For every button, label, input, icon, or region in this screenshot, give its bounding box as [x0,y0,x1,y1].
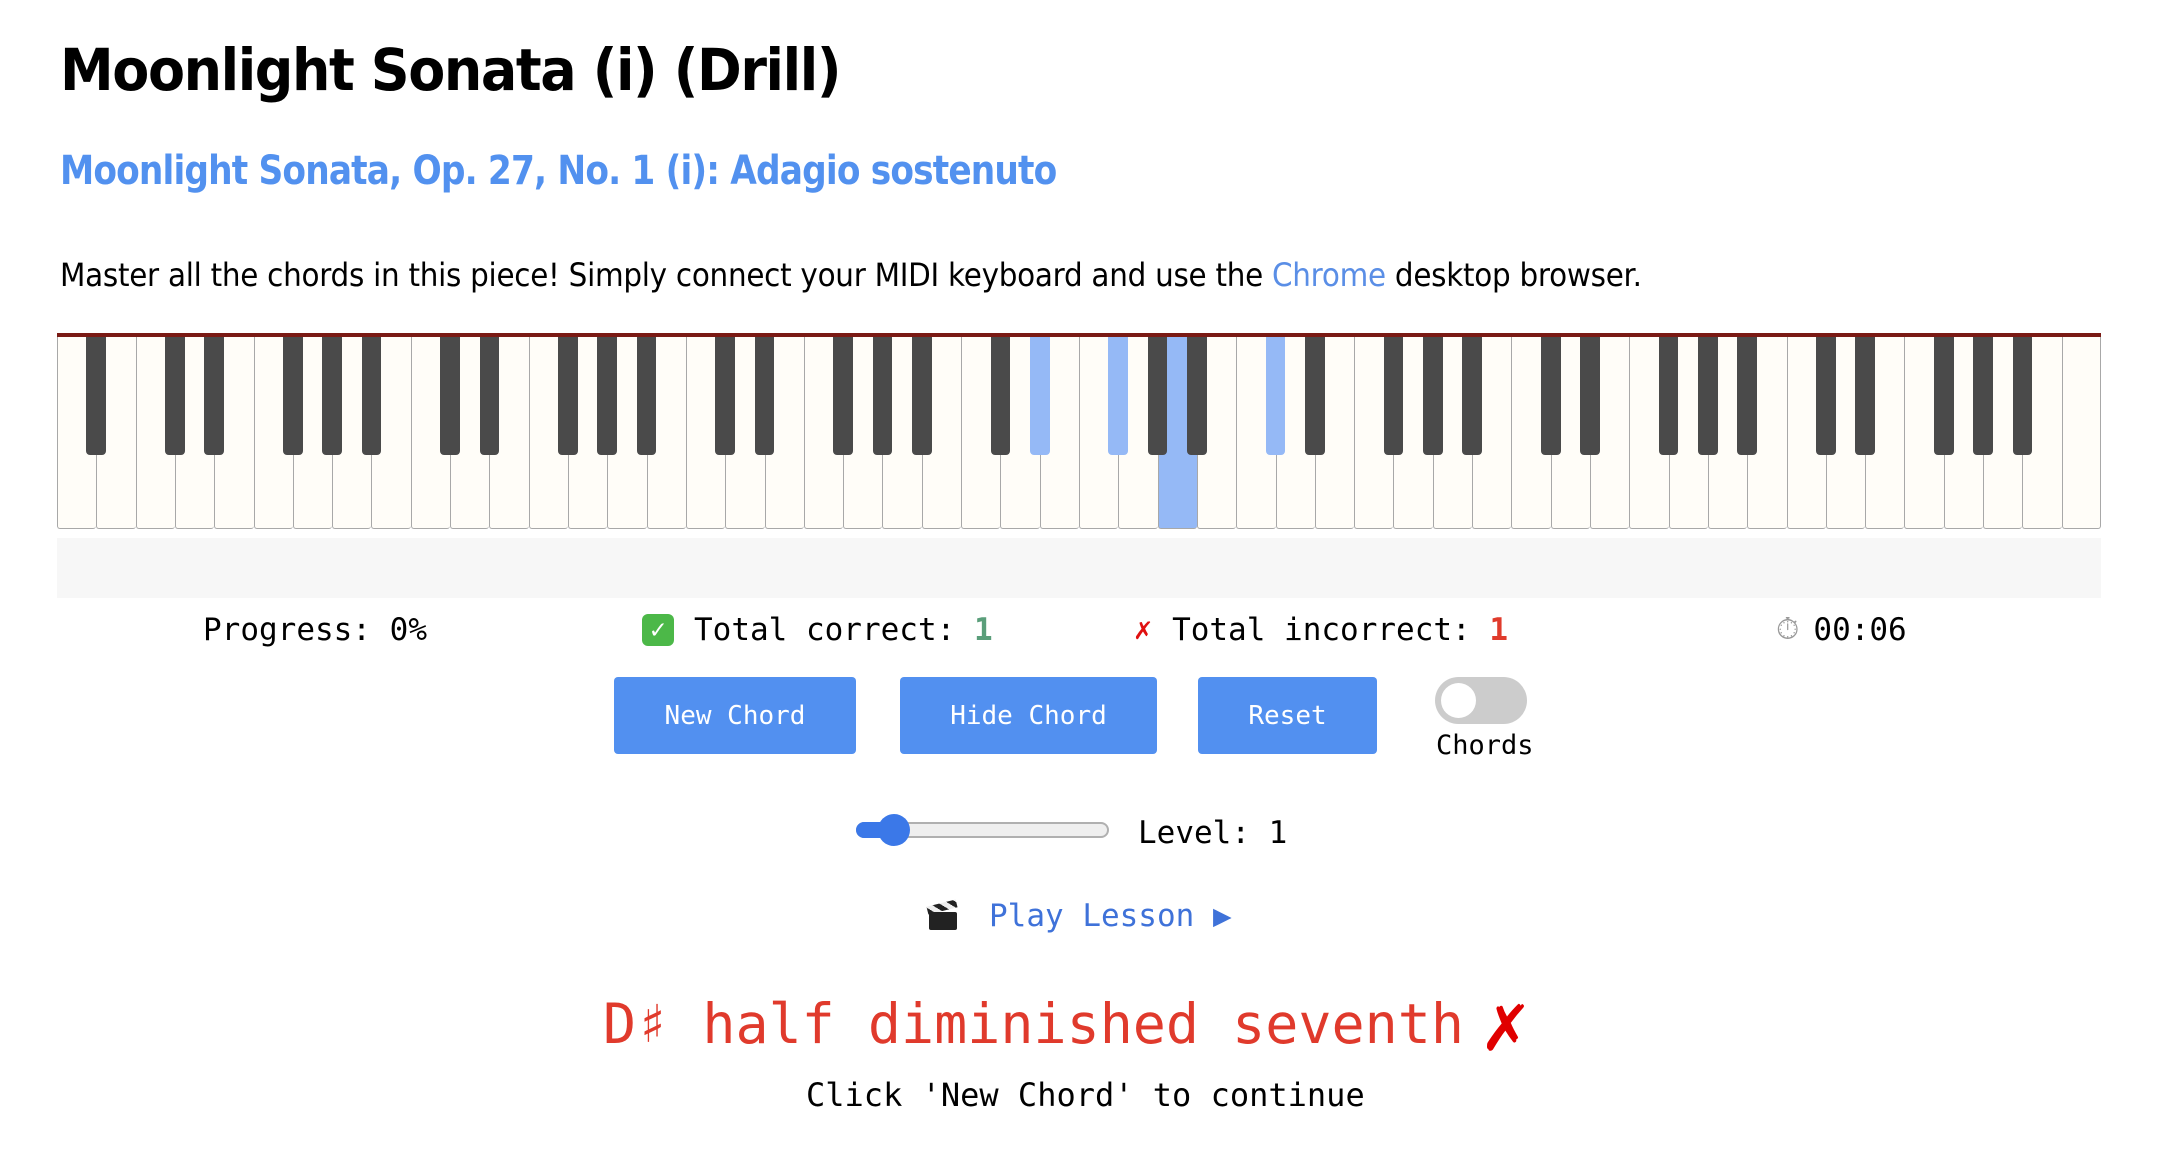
timer-value: 00:06 [1813,612,1907,648]
black-key-Asharp0[interactable] [86,337,107,455]
progress-label: Progress: [203,612,371,648]
black-key-Asharp3[interactable] [911,337,932,455]
black-key-Dsharp1[interactable] [204,337,225,455]
intro-text-end: desktop browser. [1385,256,1642,294]
black-key-Fsharp2[interactable] [558,337,578,455]
black-key-Fsharp5[interactable] [1383,337,1404,455]
white-key-C8[interactable] [2061,337,2101,529]
correct-label: Total correct: [694,612,956,648]
stopwatch-icon: ⏱ [1776,612,1800,647]
hide-chord-button[interactable]: Hide Chord [900,677,1157,754]
black-key-Csharp1[interactable] [165,337,185,455]
chords-toggle-label: Chords [1436,730,1534,761]
black-key-Fsharp1[interactable] [283,337,303,455]
slider-thumb[interactable] [877,814,910,846]
incorrect-count: 1 [1489,612,1509,648]
continue-instruction: Click 'New Chord' to continue [806,1076,1365,1114]
progress-value: 0% [389,612,427,648]
correct-count: 1 [973,612,993,648]
black-key-Asharp5[interactable] [1462,337,1482,455]
black-key-Gsharp4[interactable] [1147,337,1168,455]
black-key-Dsharp6[interactable] [1580,337,1600,455]
black-key-Fsharp4[interactable] [1108,337,1129,455]
black-key-Gsharp6[interactable] [1698,337,1718,455]
chord-result: D♯ half diminished seventh ✗ [603,985,1529,1063]
black-key-Gsharp3[interactable] [872,337,893,455]
intro-text-start: Master all the chords in this piece! Sim… [60,256,1273,294]
black-key-Asharp2[interactable] [636,337,657,455]
play-lesson-link[interactable]: Play Lesson ▶ [926,898,1232,934]
black-key-Csharp7[interactable] [1816,337,1836,455]
incorrect-label: Total incorrect: [1172,612,1471,648]
black-key-Csharp3[interactable] [715,337,736,455]
black-key-Gsharp1[interactable] [322,337,342,455]
black-key-Gsharp2[interactable] [597,337,618,455]
black-key-Fsharp6[interactable] [1658,337,1679,455]
progress-stat: Progress: 0% [203,612,427,648]
incorrect-stat: ✗ Total incorrect: 1 [1134,612,1508,648]
chords-toggle[interactable] [1435,677,1527,724]
chrome-link[interactable]: Chrome [1272,256,1386,294]
reset-button[interactable]: Reset [1198,677,1377,754]
level-slider[interactable] [856,814,1109,846]
cross-mark-icon: ✗ [1481,979,1529,1069]
black-key-Gsharp5[interactable] [1422,337,1443,455]
correct-stat: ✓ Total correct: 1 [642,612,993,648]
level-label: Level: 1 [1138,815,1288,851]
black-key-Csharp4[interactable] [990,337,1011,455]
black-key-Asharp7[interactable] [2012,337,2033,455]
black-key-Fsharp3[interactable] [833,337,853,455]
black-key-Csharp2[interactable] [440,337,460,455]
black-key-Dsharp5[interactable] [1305,337,1325,455]
black-key-Asharp6[interactable] [1737,337,1758,455]
black-key-Csharp6[interactable] [1540,337,1561,455]
play-lesson-label[interactable]: Play Lesson ▶ [989,898,1232,934]
black-key-Gsharp7[interactable] [1973,337,1993,455]
cross-mark-icon: ✗ [1134,612,1153,647]
piano-keyboard[interactable] [57,333,2101,529]
clapper-board-icon [926,899,959,931]
check-mark-button-icon: ✓ [642,614,674,646]
toggle-knob [1441,683,1476,718]
black-key-Asharp1[interactable] [361,337,382,455]
black-key-Dsharp4[interactable] [1029,337,1050,455]
black-key-Csharp5[interactable] [1265,337,1286,455]
new-chord-button[interactable]: New Chord [614,677,856,754]
black-key-Asharp4[interactable] [1187,337,1207,455]
black-key-Fsharp7[interactable] [1933,337,1954,455]
keyboard-info-strip [57,538,2101,598]
piece-subtitle: Moonlight Sonata, Op. 27, No. 1 (i): Ada… [60,148,1057,194]
timer-stat: ⏱ 00:06 [1776,612,1907,648]
intro-text: Master all the chords in this piece! Sim… [60,256,1642,294]
chord-name: D♯ half diminished seventh [603,992,1464,1056]
black-key-Dsharp2[interactable] [479,337,500,455]
black-key-Dsharp7[interactable] [1855,337,1875,455]
black-key-Dsharp3[interactable] [754,337,775,455]
page-title: Moonlight Sonata (i) (Drill) [60,36,841,104]
